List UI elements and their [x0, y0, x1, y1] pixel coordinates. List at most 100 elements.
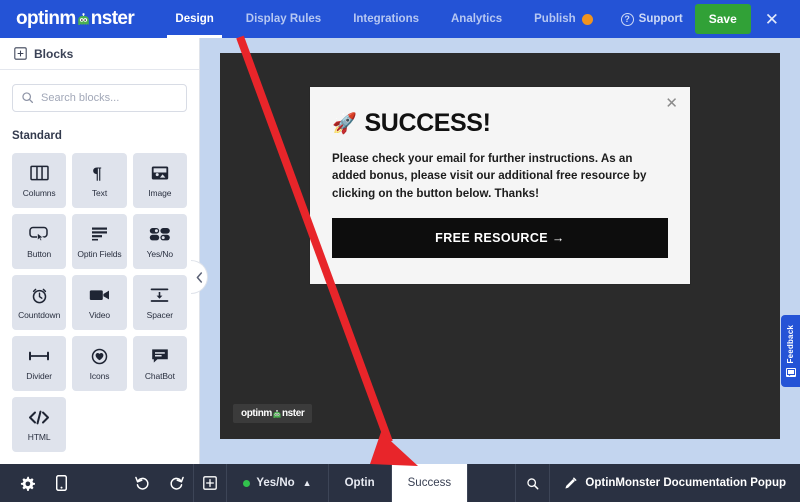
settings-button[interactable] — [10, 464, 44, 502]
campaign-name-label: OptinMonster Documentation Popup — [585, 477, 787, 489]
block-tile-countdown[interactable]: Countdown — [12, 275, 67, 330]
divider-icon — [28, 346, 50, 366]
brand-text-prefix: optinm — [16, 8, 76, 29]
popup-headline: 🚀 SUCCESS! — [332, 109, 668, 138]
nav-tab-analytics-label: Analytics — [451, 13, 503, 25]
button-icon — [29, 224, 49, 244]
block-tile-optin-fields[interactable]: Optin Fields — [72, 214, 127, 269]
block-tile-chatbot[interactable]: ChatBot — [132, 336, 187, 391]
columns-icon — [29, 163, 49, 183]
nav-tab-publish-label: Publish — [534, 13, 576, 25]
bottom-toolbar: Yes/No ▲ Optin Success OptinMonster Docu… — [0, 464, 800, 502]
block-label-video: Video — [88, 310, 111, 320]
search-blocks-wrap — [12, 84, 187, 112]
redo-icon — [169, 476, 184, 491]
top-navigation-bar: optinm nster Design Display Rules Integr… — [0, 0, 800, 38]
view-tab-yes-no[interactable]: Yes/No ▲ — [227, 464, 329, 502]
block-tile-columns[interactable]: Columns — [12, 153, 67, 208]
block-tile-image[interactable]: Image — [132, 153, 187, 208]
block-tile-icons[interactable]: Icons — [72, 336, 127, 391]
campaign-preview: ✕ 🚀 SUCCESS! Please check your email for… — [220, 53, 780, 439]
close-icon[interactable]: ✕ — [751, 11, 790, 28]
block-label-countdown: Countdown — [18, 310, 61, 320]
view-tab-optin[interactable]: Optin — [329, 464, 392, 502]
question-circle-icon: ? — [620, 12, 634, 26]
search-button[interactable] — [516, 464, 551, 502]
block-label-icons: Icons — [89, 371, 110, 381]
success-popup: ✕ 🚀 SUCCESS! Please check your email for… — [310, 87, 690, 285]
nav-tab-integrations-label: Integrations — [353, 13, 419, 25]
block-label-columns: Columns — [22, 188, 56, 198]
chevron-up-icon[interactable]: ▲ — [303, 478, 312, 488]
brand-text-suffix: nster — [90, 8, 135, 29]
main-nav: Design Display Rules Integrations Analyt… — [142, 0, 608, 38]
video-icon — [89, 285, 110, 305]
block-label-image: Image — [148, 188, 172, 198]
feedback-label: Feedback — [786, 325, 795, 364]
nav-tab-design-label: Design — [175, 13, 214, 25]
popup-headline-text: SUCCESS! — [364, 109, 491, 137]
optinmonster-watermark: optinm nster — [233, 404, 313, 423]
nav-tab-design[interactable]: Design — [159, 0, 229, 38]
block-label-text: Text — [91, 188, 108, 198]
blocks-icon — [14, 47, 27, 60]
save-button[interactable]: Save — [694, 4, 751, 34]
chevron-left-icon — [196, 271, 203, 283]
image-icon — [151, 163, 169, 183]
rocket-icon: 🚀 — [332, 112, 357, 135]
feedback-icon — [785, 367, 796, 377]
toolbar-spacer-right — [468, 464, 517, 502]
nav-tab-display-rules-label: Display Rules — [245, 13, 322, 25]
block-tile-html[interactable]: HTML — [12, 397, 67, 452]
popup-close-icon[interactable]: ✕ — [665, 96, 678, 111]
support-button[interactable]: ? Support — [609, 12, 695, 26]
publish-status-badge — [581, 13, 593, 25]
free-resource-button[interactable]: FREE RESOURCE → — [332, 218, 668, 259]
sidebar-header-label: Blocks — [34, 46, 74, 61]
support-label: Support — [638, 13, 683, 25]
block-tile-spacer[interactable]: Spacer — [132, 275, 187, 330]
nav-tab-analytics[interactable]: Analytics — [435, 0, 518, 38]
optinmonster-logo[interactable]: optinm nster — [0, 0, 142, 38]
mobile-preview-button[interactable] — [44, 464, 78, 502]
blocks-sidebar: Blocks Standard — [0, 38, 208, 464]
blocks-grid: Columns ¶ Text Image Button Optin Fields… — [12, 153, 187, 452]
nav-tab-integrations[interactable]: Integrations — [337, 0, 435, 38]
block-tile-text[interactable]: ¶ Text — [72, 153, 127, 208]
svg-text:¶: ¶ — [92, 165, 102, 182]
campaign-name-button[interactable]: OptinMonster Documentation Popup — [550, 464, 800, 502]
paragraph-icon: ¶ — [91, 163, 107, 183]
watermark-suffix: nster — [281, 408, 305, 419]
popup-body-text: Please check your email for further inst… — [332, 152, 647, 200]
add-view-button[interactable] — [193, 464, 228, 502]
chatbot-icon — [151, 346, 169, 366]
pencil-icon — [564, 477, 577, 490]
toolbar-spacer-left — [78, 464, 125, 502]
icons-icon — [91, 346, 108, 366]
campaign-canvas: ✕ 🚀 SUCCESS! Please check your email for… — [200, 38, 800, 464]
block-tile-video[interactable]: Video — [72, 275, 127, 330]
block-tile-button[interactable]: Button — [12, 214, 67, 269]
block-label-chatbot: ChatBot — [144, 371, 175, 381]
block-tile-divider[interactable]: Divider — [12, 336, 67, 391]
nav-tab-display-rules[interactable]: Display Rules — [230, 0, 337, 38]
gear-icon — [20, 476, 35, 491]
sidebar-body: Standard Columns — [0, 70, 199, 452]
view-tab-success-label: Success — [407, 477, 452, 489]
watermark-prefix: optinm — [241, 408, 272, 419]
block-label-html: HTML — [27, 432, 51, 442]
block-label-optin-fields: Optin Fields — [77, 249, 122, 259]
block-tile-yes-no[interactable]: Yes/No — [132, 214, 187, 269]
feedback-tab[interactable]: Feedback — [781, 315, 800, 387]
sidebar-header: Blocks — [0, 38, 199, 70]
html-icon — [28, 407, 50, 427]
view-tab-success[interactable]: Success — [391, 464, 469, 502]
nav-tab-publish[interactable]: Publish — [518, 0, 609, 38]
block-label-yes-no: Yes/No — [146, 249, 174, 259]
monster-logo-icon — [76, 12, 91, 28]
undo-button[interactable] — [125, 464, 159, 502]
active-status-dot — [243, 479, 251, 487]
redo-button[interactable] — [159, 464, 193, 502]
search-blocks-input[interactable] — [12, 84, 187, 112]
view-tab-yes-no-label: Yes/No — [256, 477, 295, 489]
